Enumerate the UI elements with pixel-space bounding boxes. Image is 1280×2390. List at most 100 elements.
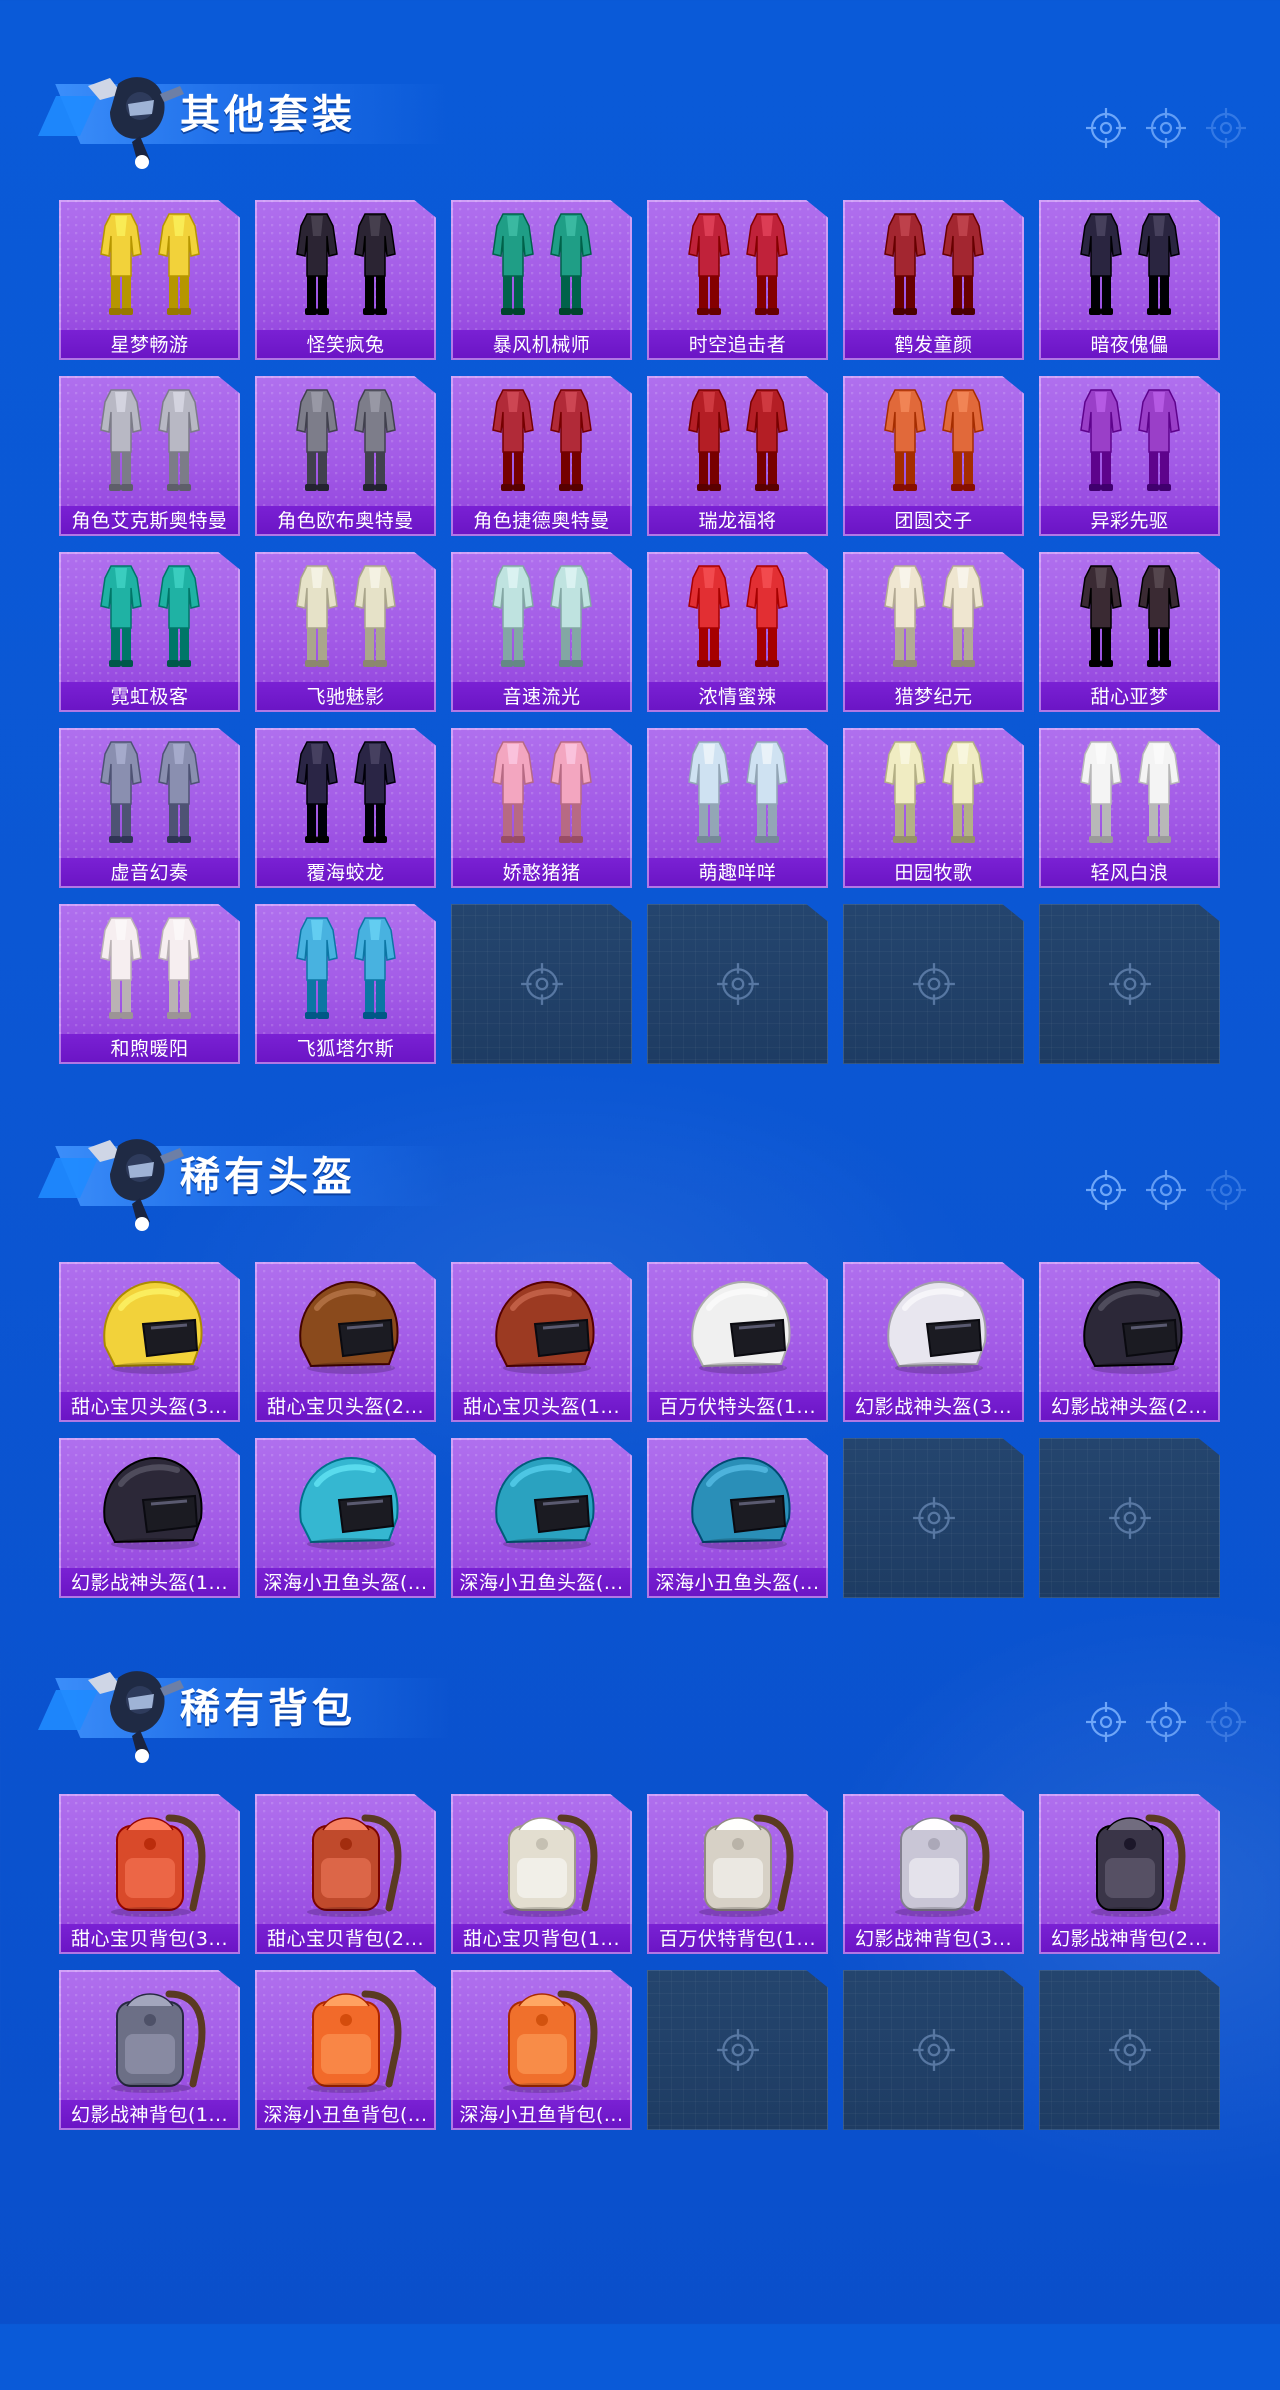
section-title: 其他套装: [180, 92, 356, 138]
crosshair-icon: [1107, 1495, 1153, 1541]
item-label: 暗夜傀儡: [1039, 330, 1220, 360]
section-title: 稀有背包: [180, 1686, 356, 1732]
suit-card[interactable]: 时空追击者: [647, 200, 828, 360]
item-label: 深海小丑鱼头盔(...: [451, 1568, 632, 1598]
helmet-icon: [77, 1444, 222, 1562]
backpack-icon: [77, 1800, 222, 1918]
suit-card[interactable]: 和煦暖阳: [59, 904, 240, 1064]
outfit-icon: [861, 206, 1006, 324]
item-label: 音速流光: [451, 682, 632, 712]
helmet-card[interactable]: 幻影战神头盔(1...: [59, 1438, 240, 1598]
backpack-card[interactable]: 甜心宝贝背包(3...: [59, 1794, 240, 1954]
section-suit: 其他套装 星梦畅游 怪笑疯兔 暴风机械师 时空追击者 鹤发童颜 暗夜傀儡 角色艾克斯奥特曼 角色…: [0, 36, 1280, 1064]
crosshair-icon: [911, 2027, 957, 2073]
helmet-card[interactable]: 甜心宝贝头盔(3...: [59, 1262, 240, 1422]
outfit-icon: [273, 206, 418, 324]
suit-card[interactable]: 飞狐塔尔斯: [255, 904, 436, 1064]
suit-card[interactable]: 怪笑疯兔: [255, 200, 436, 360]
helmet-card[interactable]: 深海小丑鱼头盔(...: [451, 1438, 632, 1598]
suit-card[interactable]: 星梦畅游: [59, 200, 240, 360]
item-label: 角色欧布奥特曼: [255, 506, 436, 536]
suit-card[interactable]: 角色欧布奥特曼: [255, 376, 436, 536]
item-label: 百万伏特背包(1...: [647, 1924, 828, 1954]
suit-card[interactable]: 田园牧歌: [843, 728, 1024, 888]
empty-slot: [843, 904, 1024, 1064]
crosshair-icon: [1204, 1168, 1248, 1212]
backpack-card[interactable]: 幻影战神背包(2...: [1039, 1794, 1220, 1954]
item-label: 幻影战神背包(2...: [1039, 1924, 1220, 1954]
outfit-icon: [77, 382, 222, 500]
suit-card[interactable]: 萌趣咩咩: [647, 728, 828, 888]
item-label: 暴风机械师: [451, 330, 632, 360]
section-title: 稀有头盔: [180, 1154, 356, 1200]
outfit-icon: [77, 206, 222, 324]
suit-card[interactable]: 甜心亚梦: [1039, 552, 1220, 712]
suit-card[interactable]: 轻风白浪: [1039, 728, 1220, 888]
empty-slot: [647, 904, 828, 1064]
item-label: 霓虹极客: [59, 682, 240, 712]
suit-card[interactable]: 飞驰魅影: [255, 552, 436, 712]
section-header: 稀有背包: [30, 1630, 450, 1763]
item-label: 轻风白浪: [1039, 858, 1220, 888]
helmet-card[interactable]: 甜心宝贝头盔(2...: [255, 1262, 436, 1422]
backpack-card[interactable]: 深海小丑鱼背包(...: [255, 1970, 436, 2130]
suit-card[interactable]: 团圆交子: [843, 376, 1024, 536]
item-label: 甜心宝贝背包(2...: [255, 1924, 436, 1954]
helmet-icon: [861, 1268, 1006, 1386]
backpack-card[interactable]: 幻影战神背包(1...: [59, 1970, 240, 2130]
suit-card[interactable]: 猎梦纪元: [843, 552, 1024, 712]
crosshair-icon: [1144, 1700, 1188, 1744]
backpack-card[interactable]: 幻影战神背包(3...: [843, 1794, 1024, 1954]
item-label: 团圆交子: [843, 506, 1024, 536]
empty-slot: [451, 904, 632, 1064]
item-label: 深海小丑鱼背包(...: [451, 2100, 632, 2130]
helmet-card[interactable]: 幻影战神头盔(3...: [843, 1262, 1024, 1422]
helmet-icon: [469, 1444, 614, 1562]
mascot-icon: [80, 1126, 190, 1236]
backpack-icon: [273, 1976, 418, 2094]
outfit-icon: [273, 734, 418, 852]
item-label: 怪笑疯兔: [255, 330, 436, 360]
suit-card[interactable]: 音速流光: [451, 552, 632, 712]
backpack-icon: [665, 1800, 810, 1918]
outfit-icon: [77, 558, 222, 676]
empty-slot: [1039, 904, 1220, 1064]
backpack-card[interactable]: 甜心宝贝背包(2...: [255, 1794, 436, 1954]
suit-card[interactable]: 鹤发童颜: [843, 200, 1024, 360]
item-label: 甜心亚梦: [1039, 682, 1220, 712]
suit-card[interactable]: 瑞龙福将: [647, 376, 828, 536]
helmet-card[interactable]: 甜心宝贝头盔(1...: [451, 1262, 632, 1422]
outfit-icon: [665, 558, 810, 676]
suit-card[interactable]: 角色捷德奥特曼: [451, 376, 632, 536]
crosshair-icon: [519, 961, 565, 1007]
suit-card[interactable]: 角色艾克斯奥特曼: [59, 376, 240, 536]
outfit-icon: [77, 734, 222, 852]
helmet-card[interactable]: 深海小丑鱼头盔(...: [647, 1438, 828, 1598]
crosshair-icon: [911, 961, 957, 1007]
item-label: 幻影战神背包(3...: [843, 1924, 1024, 1954]
suit-card[interactable]: 异彩先驱: [1039, 376, 1220, 536]
item-label: 幻影战神头盔(2...: [1039, 1392, 1220, 1422]
item-label: 深海小丑鱼头盔(...: [255, 1568, 436, 1598]
helmet-card[interactable]: 百万伏特头盔(1...: [647, 1262, 828, 1422]
backpack-card[interactable]: 深海小丑鱼背包(...: [451, 1970, 632, 2130]
item-label: 时空追击者: [647, 330, 828, 360]
item-label: 飞狐塔尔斯: [255, 1034, 436, 1064]
crosshair-icon: [1084, 106, 1128, 150]
suit-card[interactable]: 浓情蜜辣: [647, 552, 828, 712]
suit-card[interactable]: 霓虹极客: [59, 552, 240, 712]
suit-card[interactable]: 暴风机械师: [451, 200, 632, 360]
suit-card[interactable]: 覆海蛟龙: [255, 728, 436, 888]
item-label: 覆海蛟龙: [255, 858, 436, 888]
helmet-card[interactable]: 幻影战神头盔(2...: [1039, 1262, 1220, 1422]
suit-card[interactable]: 暗夜傀儡: [1039, 200, 1220, 360]
backpack-card[interactable]: 百万伏特背包(1...: [647, 1794, 828, 1954]
helmet-card[interactable]: 深海小丑鱼头盔(...: [255, 1438, 436, 1598]
mascot-icon: [80, 1658, 190, 1768]
suit-card[interactable]: 虚音幻奏: [59, 728, 240, 888]
item-label: 星梦畅游: [59, 330, 240, 360]
crosshair-icon: [1144, 106, 1188, 150]
backpack-card[interactable]: 甜心宝贝背包(1...: [451, 1794, 632, 1954]
suit-card[interactable]: 娇憨猪猪: [451, 728, 632, 888]
helmet-icon: [469, 1268, 614, 1386]
